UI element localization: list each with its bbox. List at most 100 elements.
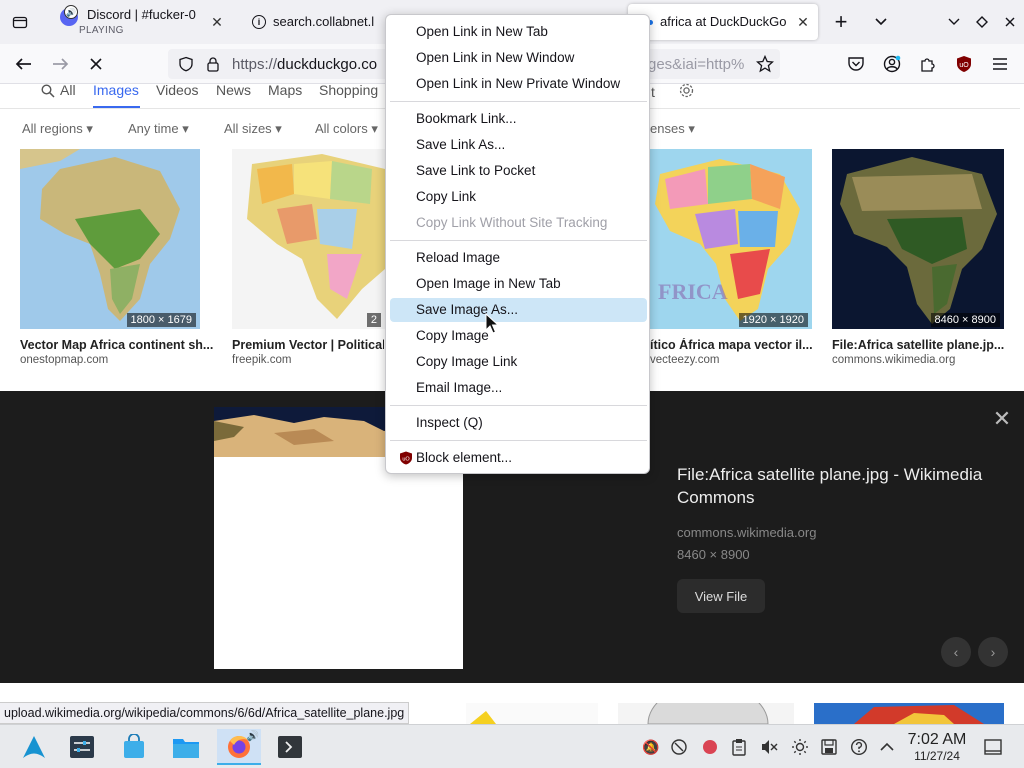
menu-open-link-private-window[interactable]: Open Link in New Private Window: [390, 72, 647, 96]
gear-icon[interactable]: [678, 82, 695, 99]
help-icon[interactable]: [849, 737, 869, 757]
close-tab-icon[interactable]: ✕: [794, 13, 812, 31]
menu-open-link-new-window[interactable]: Open Link in New Window: [390, 46, 647, 70]
menu-save-link-as[interactable]: Save Link As...: [390, 133, 647, 157]
menu-separator: [390, 440, 647, 441]
filter-size[interactable]: All sizes ▾: [224, 121, 282, 137]
menu-copy-image[interactable]: Copy Image: [390, 324, 647, 348]
menu-block-element[interactable]: uO Block element...: [390, 446, 647, 470]
tab-list-button[interactable]: [6, 9, 34, 35]
result-image-1[interactable]: 1800 × 1679: [20, 149, 200, 329]
menu-copy-link[interactable]: Copy Link: [390, 185, 647, 209]
tab-all[interactable]: All: [60, 82, 76, 98]
speaker-icon[interactable]: 🔊: [64, 5, 78, 19]
result-thumbnail-row2-1[interactable]: [466, 703, 598, 724]
system-settings-button[interactable]: [63, 729, 101, 765]
chevron-down-icon: [875, 18, 887, 26]
tab-shopping[interactable]: Shopping: [319, 82, 378, 98]
result-title-3[interactable]: ítico África mapa vector il...: [650, 338, 812, 352]
url-tail: ges&iai=http%: [648, 56, 745, 73]
back-button[interactable]: [11, 51, 37, 77]
close-tab-icon[interactable]: ✕: [208, 13, 226, 31]
menu-bookmark-link[interactable]: Bookmark Link...: [390, 107, 647, 131]
info-icon: i: [252, 15, 266, 29]
clipboard-icon[interactable]: [729, 737, 749, 757]
tab-list-icon: [12, 16, 28, 29]
result-image-3[interactable]: FRICA 1920 × 1920: [650, 149, 812, 329]
volume-muted-icon[interactable]: [759, 737, 779, 757]
filter-region[interactable]: All regions ▾: [22, 121, 93, 137]
menu-inspect[interactable]: Inspect (Q): [390, 411, 647, 435]
result-title-2[interactable]: Premium Vector | Political: [232, 338, 384, 352]
menu-button[interactable]: [987, 51, 1013, 77]
clock[interactable]: 7:02 AM 11/27/24: [900, 731, 974, 763]
view-file-button[interactable]: View File: [677, 579, 765, 613]
arrow-right-icon: [53, 58, 69, 70]
ublock-button[interactable]: uO: [951, 51, 977, 77]
result-thumbnail-row2-3[interactable]: [814, 703, 1004, 724]
notifications-muted-icon[interactable]: 🔕: [641, 737, 661, 757]
lock-icon[interactable]: [206, 56, 220, 72]
app-launcher-button[interactable]: [15, 729, 53, 765]
detail-site[interactable]: commons.wikimedia.org: [677, 525, 816, 540]
settings-sliders-icon: [70, 736, 94, 758]
extensions-button[interactable]: [915, 51, 941, 77]
record-icon[interactable]: [700, 737, 720, 757]
network-icon[interactable]: [669, 737, 689, 757]
brightness-icon[interactable]: [790, 737, 810, 757]
tab-maps[interactable]: Maps: [268, 82, 302, 98]
pocket-button[interactable]: [843, 51, 869, 77]
tab-images[interactable]: Images: [93, 82, 139, 98]
save-disk-icon[interactable]: [819, 737, 839, 757]
show-desktop-icon[interactable]: [983, 737, 1003, 757]
detail-title[interactable]: File:Africa satellite plane.jpg - Wikime…: [677, 463, 997, 509]
account-button[interactable]: [879, 51, 905, 77]
result-title-4[interactable]: File:Africa satellite plane.jp...: [832, 338, 1004, 352]
menu-email-image[interactable]: Email Image...: [390, 376, 647, 400]
menu-save-image-as[interactable]: Save Image As...: [390, 298, 647, 322]
result-image-2[interactable]: 2: [232, 149, 385, 329]
tab-duckduckgo[interactable]: africa at DuckDuckGo ✕: [628, 4, 818, 40]
close-window-button[interactable]: [998, 10, 1022, 34]
chevron-up-icon: [880, 742, 894, 751]
result-image-4[interactable]: 8460 × 8900: [832, 149, 1004, 329]
tray-expand-icon[interactable]: [877, 737, 897, 757]
filter-color[interactable]: All colors ▾: [315, 121, 378, 137]
result-title-1[interactable]: Vector Map Africa continent sh...: [20, 338, 215, 352]
result-thumbnail-row2-2[interactable]: [618, 703, 794, 724]
audio-playing-icon: 🔊: [246, 731, 259, 742]
previous-image-button[interactable]: ‹: [941, 637, 971, 667]
shield-icon[interactable]: [178, 56, 194, 72]
tab-videos[interactable]: Videos: [156, 82, 199, 98]
image-dimensions: 1920 × 1920: [738, 313, 808, 327]
menu-reload-image[interactable]: Reload Image: [390, 246, 647, 270]
stop-button[interactable]: [83, 51, 109, 77]
minimize-button[interactable]: [942, 10, 966, 34]
file-manager-button[interactable]: [167, 729, 205, 765]
menu-open-link-new-tab[interactable]: Open Link in New Tab: [390, 20, 647, 44]
filter-time[interactable]: Any time ▾: [128, 121, 189, 137]
result-source-3[interactable]: vecteezy.com: [650, 354, 719, 366]
tab-title: Discord | #fucker-0: [87, 7, 196, 22]
desktop-glyph: [984, 739, 1002, 755]
result-source-4[interactable]: commons.wikimedia.org: [832, 354, 955, 366]
next-image-button[interactable]: ›: [978, 637, 1008, 667]
bookmark-star-button[interactable]: [752, 51, 778, 77]
menu-save-link-to-pocket[interactable]: Save Link to Pocket: [390, 159, 647, 183]
africa-map-image: [20, 149, 200, 329]
filter-license[interactable]: enses ▾: [650, 121, 695, 137]
list-all-tabs-button[interactable]: [868, 9, 894, 35]
close-detail-button[interactable]: ✕: [990, 406, 1014, 431]
tab-news[interactable]: News: [216, 82, 251, 98]
discover-store-button[interactable]: [115, 729, 153, 765]
firefox-taskbar-button[interactable]: 🔊: [217, 729, 261, 765]
maximize-button[interactable]: [970, 10, 994, 34]
forward-button[interactable]: [47, 51, 73, 77]
new-tab-button[interactable]: +: [828, 9, 854, 35]
result-source-1[interactable]: onestopmap.com: [20, 354, 108, 366]
menu-open-image-new-tab[interactable]: Open Image in New Tab: [390, 272, 647, 296]
result-source-2[interactable]: freepik.com: [232, 354, 291, 366]
menu-copy-image-link[interactable]: Copy Image Link: [390, 350, 647, 374]
tab-discord[interactable]: 🔊 Discord | #fucker-0 PLAYING ✕: [50, 4, 232, 40]
konsole-button[interactable]: [271, 729, 309, 765]
